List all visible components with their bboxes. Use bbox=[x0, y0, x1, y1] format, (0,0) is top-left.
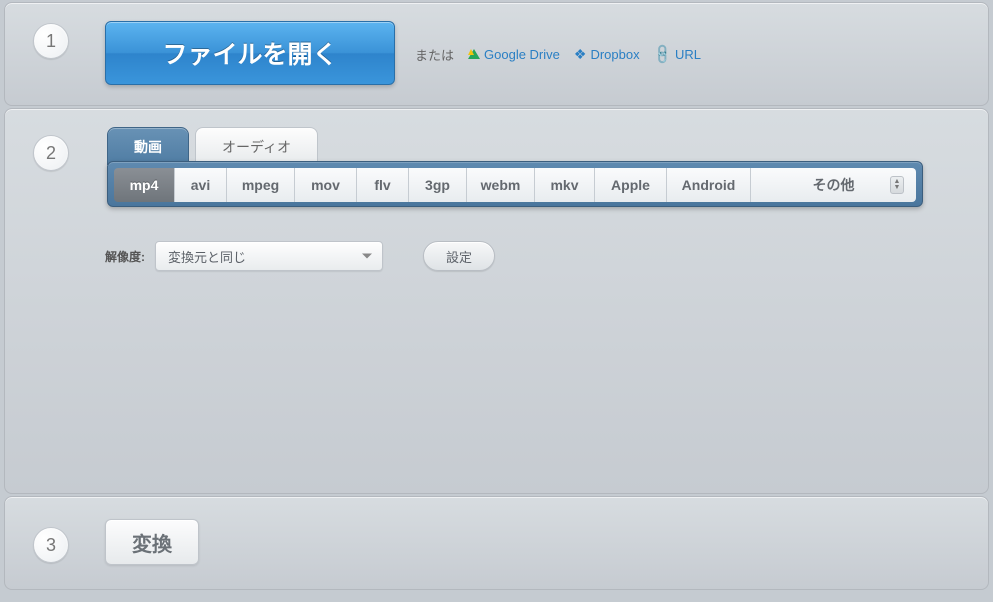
format-other-dropdown[interactable]: その他 ▲▼ bbox=[750, 168, 916, 202]
resolution-row: 解像度: 変換元と同じ 設定 bbox=[105, 241, 495, 271]
format-mov[interactable]: mov bbox=[294, 168, 356, 202]
format-android[interactable]: Android bbox=[666, 168, 750, 202]
resolution-value: 変換元と同じ bbox=[168, 247, 246, 266]
dropbox-icon: ❖ bbox=[574, 46, 587, 63]
step-badge-3: 3 bbox=[33, 527, 69, 563]
format-3gp[interactable]: 3gp bbox=[408, 168, 466, 202]
link-icon: 🔗 bbox=[650, 42, 674, 66]
media-type-tabs: 動画 オーディオ bbox=[107, 127, 318, 165]
step-badge-1: 1 bbox=[33, 23, 69, 59]
tab-audio[interactable]: オーディオ bbox=[195, 127, 318, 165]
step-1-panel: 1 ファイルを開く または Google Drive ❖ Dropbox 🔗 U… bbox=[4, 2, 989, 106]
step-3-panel: 3 変換 bbox=[4, 496, 989, 590]
step-2-panel: 2 動画 オーディオ mp4 avi mpeg mov flv 3gp webm… bbox=[4, 108, 989, 494]
or-text: または bbox=[415, 45, 454, 64]
dropbox-label: Dropbox bbox=[590, 47, 639, 62]
step-badge-2: 2 bbox=[33, 135, 69, 171]
format-avi[interactable]: avi bbox=[174, 168, 226, 202]
google-drive-link[interactable]: Google Drive bbox=[468, 47, 560, 62]
format-webm[interactable]: webm bbox=[466, 168, 534, 202]
settings-button[interactable]: 設定 bbox=[423, 241, 495, 271]
format-apple[interactable]: Apple bbox=[594, 168, 666, 202]
tab-video[interactable]: 動画 bbox=[107, 127, 189, 165]
convert-button[interactable]: 変換 bbox=[105, 519, 199, 565]
resolution-label: 解像度: bbox=[105, 248, 145, 265]
alt-sources-row: または Google Drive ❖ Dropbox 🔗 URL bbox=[415, 45, 701, 64]
dropbox-link[interactable]: ❖ Dropbox bbox=[574, 46, 640, 63]
url-link[interactable]: 🔗 URL bbox=[654, 46, 701, 63]
chevron-down-icon bbox=[362, 254, 372, 259]
resolution-select[interactable]: 変換元と同じ bbox=[155, 241, 383, 271]
sort-icon: ▲▼ bbox=[890, 176, 904, 194]
format-mp4[interactable]: mp4 bbox=[114, 168, 174, 202]
format-mpeg[interactable]: mpeg bbox=[226, 168, 294, 202]
google-drive-icon bbox=[468, 49, 480, 59]
format-flv[interactable]: flv bbox=[356, 168, 408, 202]
url-label: URL bbox=[675, 47, 701, 62]
format-other-label: その他 bbox=[813, 175, 855, 195]
google-drive-label: Google Drive bbox=[484, 47, 560, 62]
format-bar: mp4 avi mpeg mov flv 3gp webm mkv Apple … bbox=[107, 161, 923, 207]
format-mkv[interactable]: mkv bbox=[534, 168, 594, 202]
open-file-button[interactable]: ファイルを開く bbox=[105, 21, 395, 85]
